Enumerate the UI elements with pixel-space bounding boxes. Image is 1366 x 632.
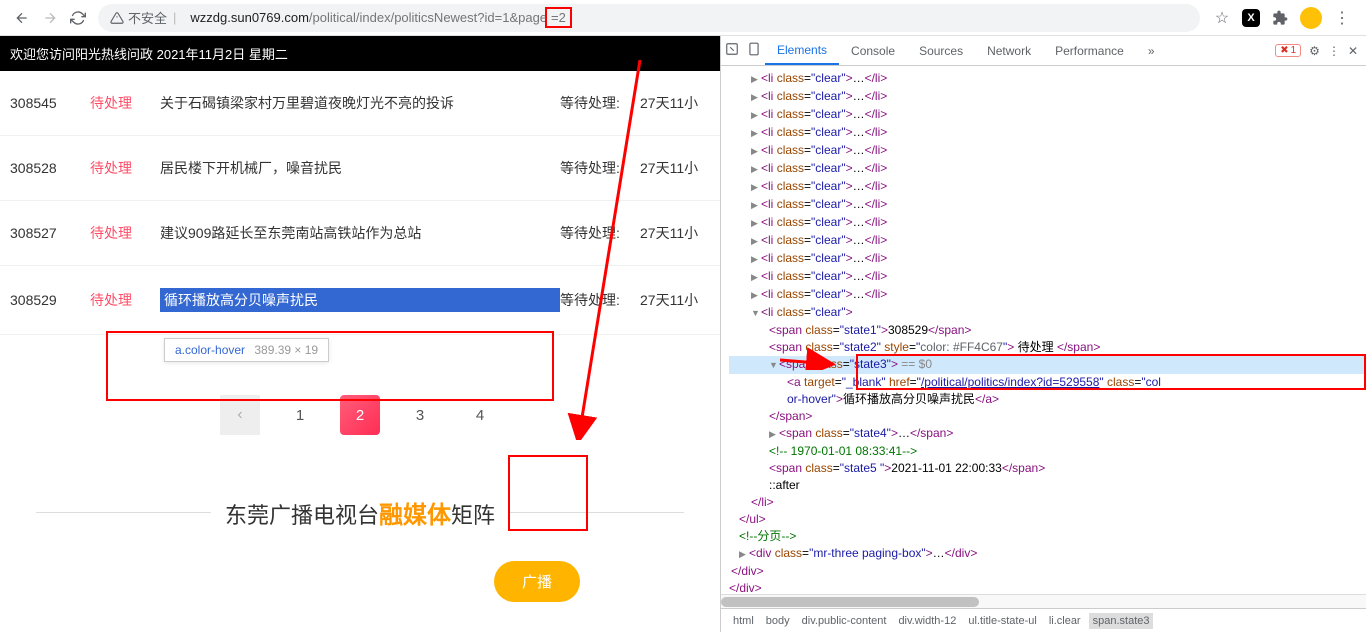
- more-icon[interactable]: ⋮: [1328, 44, 1340, 58]
- page-content: 欢迎您访问阳光热线问政 2021年11月2日 星期二 308545 待处理 关于…: [0, 36, 720, 632]
- breadcrumb-item[interactable]: li.clear: [1045, 613, 1085, 629]
- tooltip-selector: a.color-hover: [175, 343, 245, 357]
- row-id: 308527: [10, 225, 90, 241]
- devtools-panel: Elements Console Sources Network Perform…: [720, 36, 1366, 632]
- footer-title: 东莞广播电视台融媒体矩阵: [211, 495, 509, 530]
- url-page-param-highlight: =2: [545, 7, 572, 28]
- close-icon[interactable]: ✕: [1348, 44, 1358, 58]
- page-prev[interactable]: [220, 395, 260, 435]
- devtools-tabs: Elements Console Sources Network Perform…: [721, 36, 1366, 66]
- radio-button[interactable]: 广播: [494, 561, 580, 602]
- row-time: 27天11小: [640, 158, 710, 178]
- tab-elements[interactable]: Elements: [765, 36, 839, 65]
- row-id: 308529: [10, 292, 90, 308]
- breadcrumb-item[interactable]: html: [729, 613, 758, 629]
- extensions-icon[interactable]: [1270, 8, 1290, 28]
- complaint-list: 308545 待处理 关于石碣镇梁家村万里碧道夜晚灯光不亮的投诉 等待处理: 2…: [0, 71, 720, 335]
- tooltip-dimensions: 389.39 × 19: [254, 343, 318, 357]
- address-bar[interactable]: 不安全 | wzzdg.sun0769.com/political/index/…: [98, 4, 1200, 32]
- welcome-bar: 欢迎您访问阳光热线问政 2021年11月2日 星期二: [0, 36, 720, 71]
- table-row: 308528 待处理 居民楼下开机械厂，噪音扰民 等待处理: 27天11小: [0, 136, 720, 201]
- row-wait: 等待处理:: [560, 290, 640, 310]
- horizontal-scrollbar[interactable]: [721, 594, 1366, 608]
- row-title-link[interactable]: 建议909路延长至东莞南站高铁站作为总站: [160, 223, 560, 243]
- settings-icon[interactable]: ⚙: [1309, 44, 1320, 58]
- error-count-badge[interactable]: ✖1: [1275, 44, 1301, 57]
- menu-icon[interactable]: ⋮: [1332, 8, 1352, 28]
- row-title-link[interactable]: 关于石碣镇梁家村万里碧道夜晚灯光不亮的投诉: [160, 93, 560, 113]
- dom-tree[interactable]: <li class="clear">…</li><li class="clear…: [721, 66, 1366, 594]
- row-wait: 等待处理:: [560, 93, 640, 113]
- security-label: 不安全: [128, 8, 167, 27]
- table-row: 308545 待处理 关于石碣镇梁家村万里碧道夜晚灯光不亮的投诉 等待处理: 2…: [0, 71, 720, 136]
- row-status: 待处理: [90, 290, 160, 310]
- page-3[interactable]: 3: [400, 395, 440, 435]
- table-row: 308529 待处理 循环播放高分贝噪声扰民 等待处理: 27天11小: [0, 266, 720, 335]
- row-status: 待处理: [90, 223, 160, 243]
- profile-avatar-icon[interactable]: [1300, 7, 1322, 29]
- security-indicator: 不安全 |: [110, 8, 182, 27]
- breadcrumb-item[interactable]: div.width-12: [894, 613, 960, 629]
- browser-toolbar: 不安全 | wzzdg.sun0769.com/political/index/…: [0, 0, 1366, 36]
- tab-console[interactable]: Console: [839, 36, 907, 65]
- pagination: 1 2 3 4: [0, 395, 720, 435]
- forward-button[interactable]: [36, 4, 64, 32]
- extension-x-icon[interactable]: X: [1242, 9, 1260, 27]
- row-status: 待处理: [90, 158, 160, 178]
- page-1[interactable]: 1: [280, 395, 320, 435]
- star-icon[interactable]: ☆: [1212, 8, 1232, 28]
- row-wait: 等待处理:: [560, 158, 640, 178]
- row-title-link[interactable]: 循环播放高分贝噪声扰民: [160, 288, 560, 312]
- inspect-icon[interactable]: [721, 42, 743, 59]
- tab-sources[interactable]: Sources: [907, 36, 975, 65]
- device-toggle-icon[interactable]: [743, 42, 765, 59]
- breadcrumb-item[interactable]: body: [762, 613, 794, 629]
- tab-more-icon[interactable]: »: [1136, 36, 1167, 65]
- back-button[interactable]: [8, 4, 36, 32]
- page-4[interactable]: 4: [460, 395, 500, 435]
- dom-breadcrumb: htmlbodydiv.public-contentdiv.width-12ul…: [721, 608, 1366, 632]
- row-time: 27天11小: [640, 290, 710, 310]
- row-wait: 等待处理:: [560, 223, 640, 243]
- table-row: 308527 待处理 建议909路延长至东莞南站高铁站作为总站 等待处理: 27…: [0, 201, 720, 266]
- footer: 东莞广播电视台融媒体矩阵: [0, 495, 720, 530]
- breadcrumb-item[interactable]: span.state3: [1089, 613, 1154, 629]
- reload-button[interactable]: [64, 4, 92, 32]
- row-time: 27天11小: [640, 93, 710, 113]
- extension-area: ☆ X ⋮: [1206, 7, 1358, 29]
- tab-network[interactable]: Network: [975, 36, 1043, 65]
- page-2[interactable]: 2: [340, 395, 380, 435]
- row-id: 308528: [10, 160, 90, 176]
- row-status: 待处理: [90, 93, 160, 113]
- breadcrumb-item[interactable]: ul.title-state-ul: [964, 613, 1040, 629]
- row-time: 27天11小: [640, 223, 710, 243]
- url-text: wzzdg.sun0769.com/political/index/politi…: [190, 10, 571, 25]
- row-id: 308545: [10, 95, 90, 111]
- inspector-tooltip: a.color-hover 389.39 × 19: [164, 338, 329, 362]
- breadcrumb-item[interactable]: div.public-content: [798, 613, 891, 629]
- row-title-link[interactable]: 居民楼下开机械厂，噪音扰民: [160, 158, 560, 178]
- tab-performance[interactable]: Performance: [1043, 36, 1136, 65]
